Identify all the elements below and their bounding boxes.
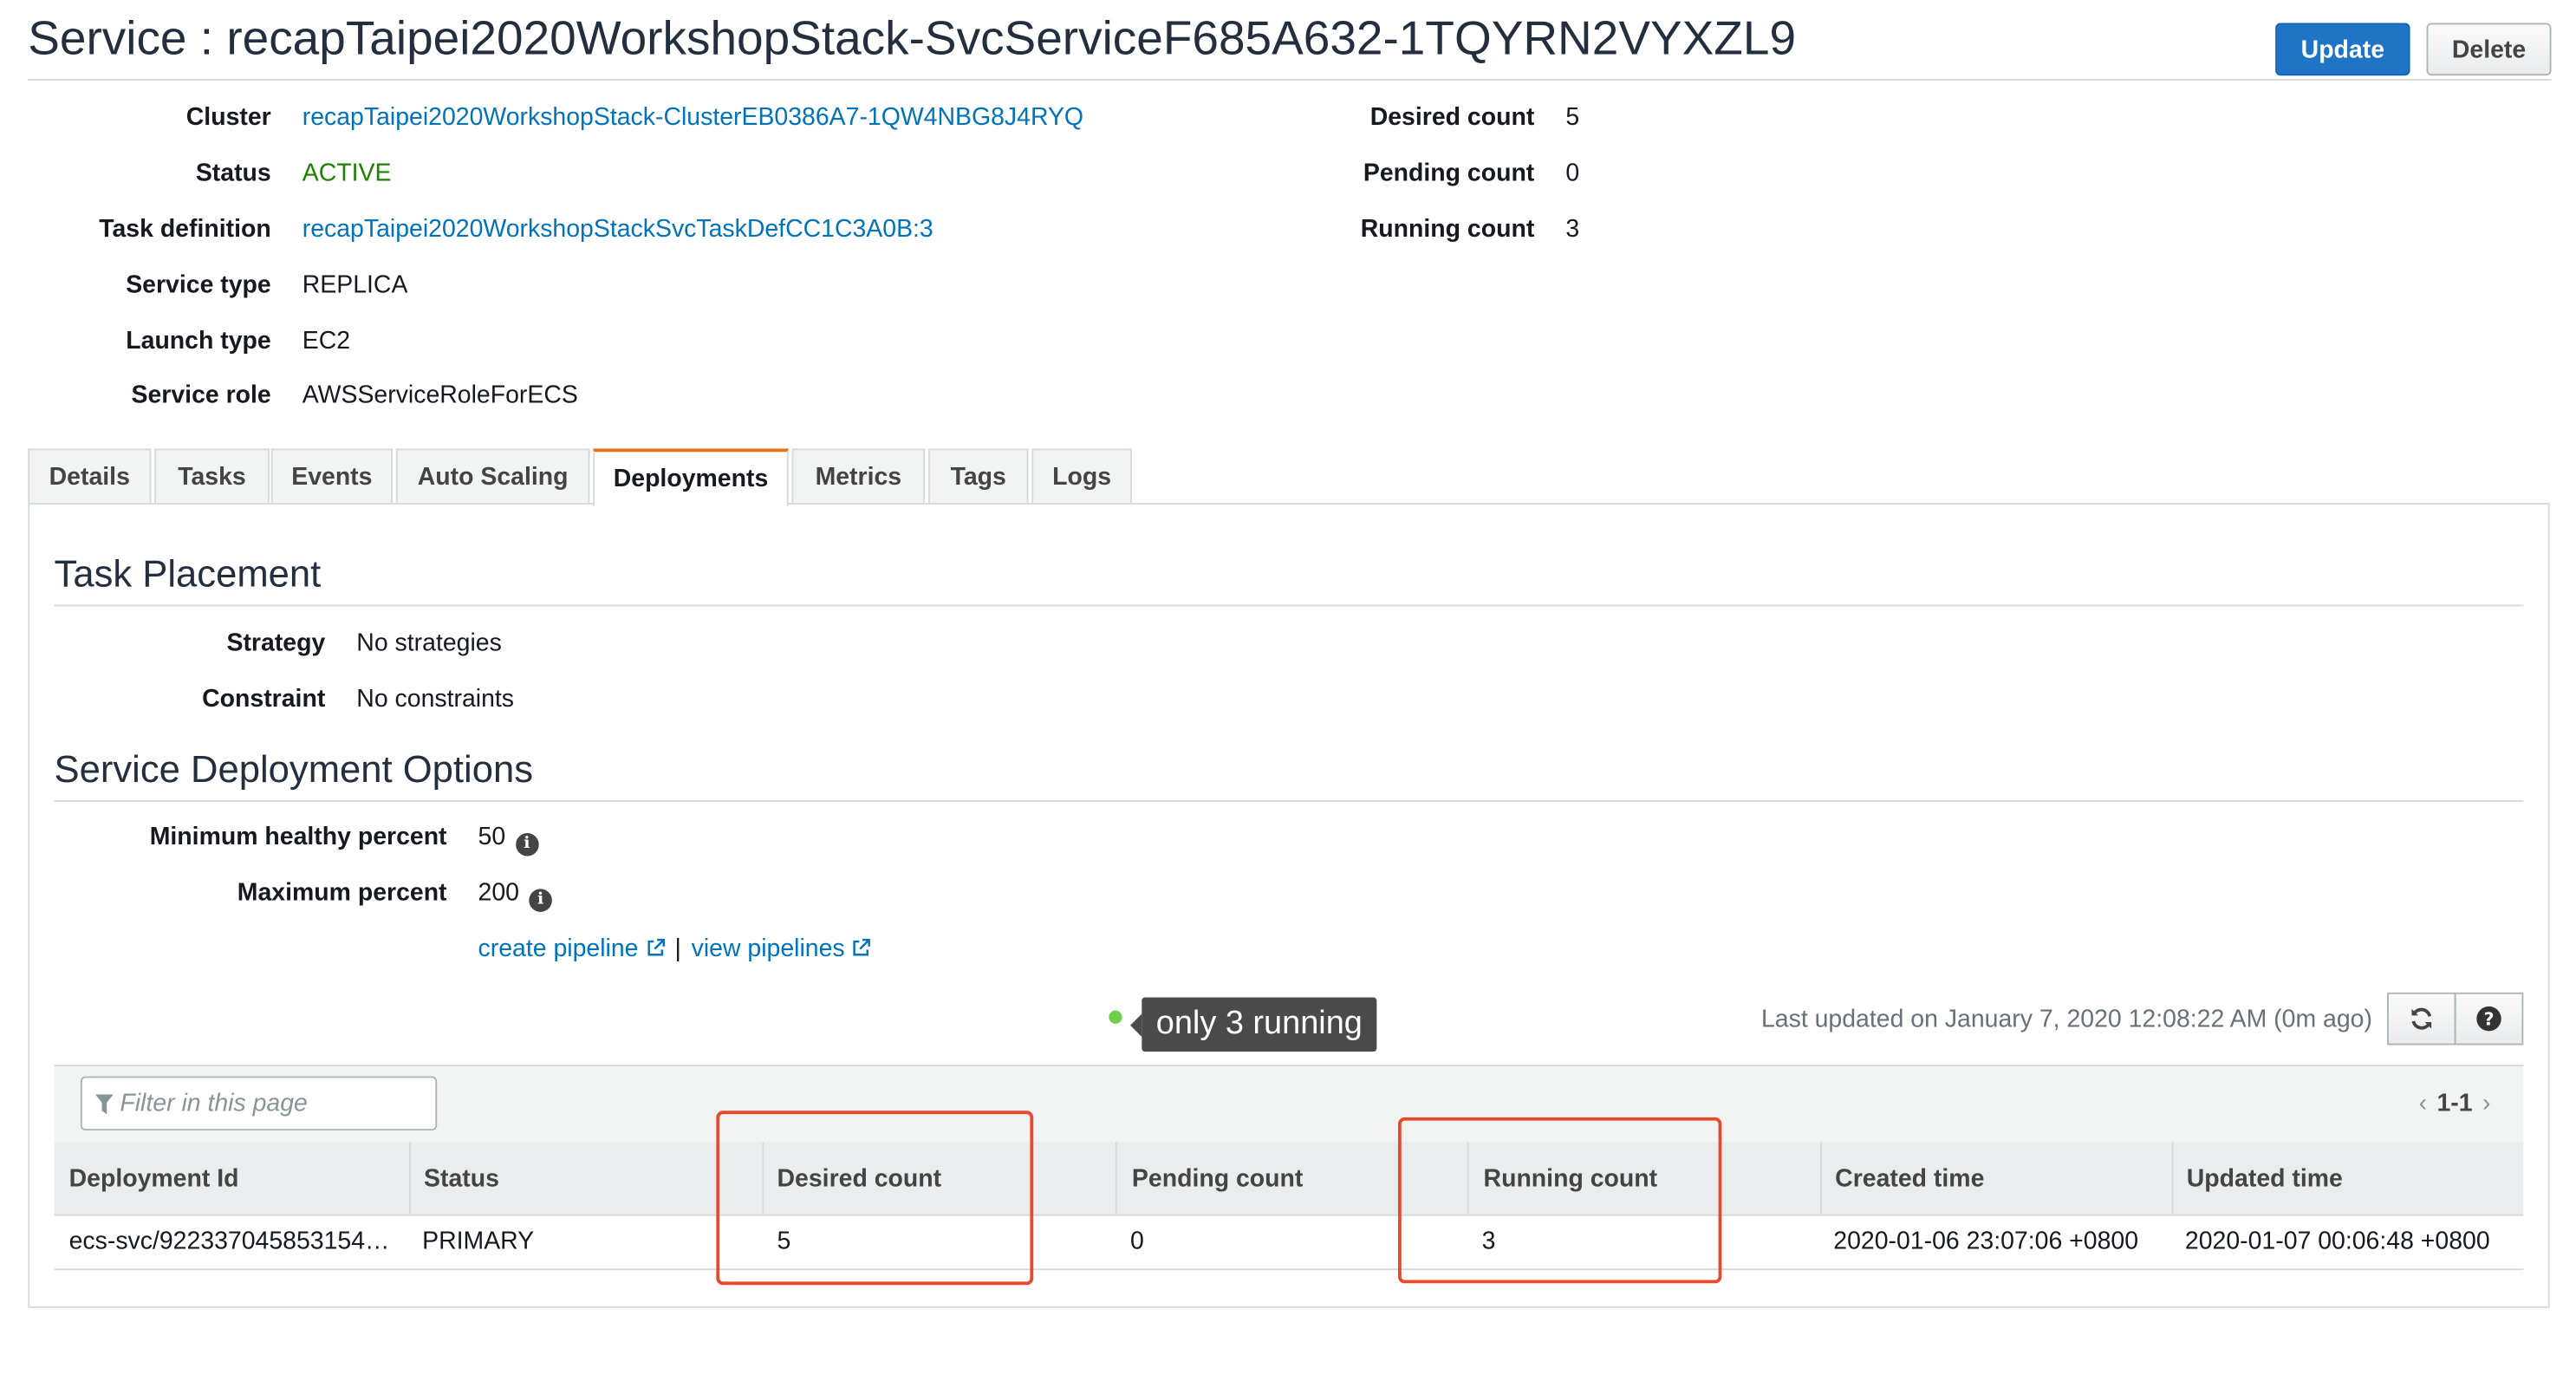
column-divider [2171, 1142, 2174, 1215]
launch-type-label: Launch type [126, 327, 271, 355]
running-tooltip: only 3 running [1142, 997, 1377, 1052]
deployment-options-heading: Service Deployment Options [54, 747, 533, 791]
filter-input[interactable]: Filter in this page [80, 1076, 438, 1131]
refresh-icon [2411, 1007, 2432, 1030]
column-divider [1115, 1142, 1117, 1215]
running-count-highlight [1397, 1117, 1722, 1284]
filter-icon [94, 1093, 114, 1114]
strategy-label: Strategy [226, 629, 326, 658]
tooltip-arrow [1130, 1013, 1142, 1037]
view-pipelines-label: view pipelines [691, 935, 845, 963]
deployments-table: Filter in this page ‹ 1-1 › Deployment Id … [54, 1065, 2524, 1271]
pipeline-links: create pipeline | view pipelines [478, 935, 871, 963]
launch-type-value: EC2 [302, 327, 351, 355]
created-time-cell: 2020-01-06 23:07:06 +0800 [1833, 1227, 2139, 1256]
tab-tasks[interactable]: Tasks [154, 448, 270, 503]
max-percent-row: 200 i [478, 879, 552, 912]
table-header: Deployment Id Status Desired count Pendi… [54, 1142, 2524, 1216]
pending-count-label: Pending count [1363, 159, 1535, 188]
page-range: 1-1 [2436, 1089, 2473, 1117]
running-count-label: Running count [1360, 215, 1535, 244]
strategy-value: No strategies [356, 629, 502, 658]
svg-text:?: ? [2483, 1009, 2494, 1030]
tab-events[interactable]: Events [270, 448, 394, 503]
constraint-label: Constraint [202, 685, 326, 713]
tab-details[interactable]: Details [28, 448, 152, 503]
title-divider [28, 78, 2552, 81]
filter-placeholder: Filter in this page [120, 1089, 308, 1117]
cluster-link[interactable]: recapTaipei2020WorkshopStack-ClusterEB03… [302, 103, 1083, 131]
column-divider [408, 1142, 411, 1215]
tab-metrics[interactable]: Metrics [791, 448, 926, 503]
min-healthy-percent-row: 50 i [478, 824, 539, 857]
task-placement-divider [54, 604, 2524, 607]
external-link-icon [647, 938, 665, 956]
cluster-label: Cluster [185, 103, 271, 132]
table-toolbar: Filter in this page ‹ 1-1 › [54, 1066, 2524, 1143]
delete-button[interactable]: Delete [2426, 23, 2552, 76]
create-pipeline-link[interactable]: create pipeline [478, 935, 665, 963]
info-icon[interactable]: i [529, 889, 552, 912]
column-header[interactable]: Deployment Id [69, 1142, 239, 1214]
status-label: Status [195, 159, 271, 188]
pending-count-cell: 0 [1130, 1227, 1144, 1256]
updated-time-cell: 2020-01-07 00:06:48 +0800 [2184, 1227, 2490, 1256]
task-placement-heading: Task Placement [54, 551, 322, 596]
update-button[interactable]: Update [2275, 23, 2410, 76]
column-header[interactable]: Updated time [2187, 1142, 2343, 1214]
service-type-label: Service type [126, 270, 271, 299]
last-updated-text: Last updated on January 7, 2020 12:08:22… [1760, 1005, 2372, 1034]
link-separator: | [674, 935, 681, 963]
info-icon[interactable]: i [515, 832, 539, 857]
chevron-right-icon[interactable]: › [2482, 1090, 2490, 1117]
desired-count-value: 5 [1565, 103, 1580, 132]
column-header[interactable]: Created time [1835, 1142, 1984, 1214]
max-percent-value: 200 [478, 879, 520, 908]
status-dot [1109, 1010, 1122, 1024]
column-header[interactable]: Status [424, 1142, 499, 1214]
refresh-button[interactable] [2387, 992, 2456, 1046]
min-healthy-percent-value: 50 [478, 823, 506, 851]
max-percent-label: Maximum percent [237, 879, 447, 908]
deployment-id-cell: ecs-svc/922337045853154… [68, 1227, 390, 1256]
status-cell: PRIMARY [422, 1227, 535, 1256]
tab-auto-scaling[interactable]: Auto Scaling [395, 448, 590, 503]
table-row[interactable]: ecs-svc/922337045853154… PRIMARY 5 0 3 2… [54, 1215, 2524, 1271]
min-healthy-percent-label: Minimum healthy percent [149, 823, 447, 851]
create-pipeline-label: create pipeline [478, 935, 639, 963]
desired-count-label: Desired count [1369, 103, 1535, 132]
service-role-label: Service role [131, 381, 271, 409]
chevron-left-icon[interactable]: ‹ [2419, 1090, 2427, 1117]
column-header[interactable]: Pending count [1132, 1142, 1303, 1214]
tab-logs[interactable]: Logs [1031, 448, 1132, 503]
status-value: ACTIVE [302, 159, 392, 188]
running-count-value: 3 [1565, 215, 1580, 244]
service-type-value: REPLICA [302, 270, 408, 299]
task-definition-link[interactable]: recapTaipei2020WorkshopStackSvcTaskDefCC… [302, 215, 933, 243]
tab-deployments[interactable]: Deployments [593, 448, 789, 506]
pagination: ‹ 1-1 › [2409, 1090, 2501, 1117]
column-divider [1820, 1142, 1822, 1215]
service-role-value: AWSServiceRoleForECS [302, 381, 578, 409]
constraint-value: No constraints [356, 685, 515, 713]
deployment-options-divider [54, 800, 2524, 802]
pending-count-value: 0 [1565, 159, 1580, 188]
tab-tags[interactable]: Tags [927, 448, 1029, 503]
help-button[interactable]: ? [2454, 992, 2524, 1046]
view-pipelines-link[interactable]: view pipelines [691, 935, 871, 963]
task-definition-label: Task definition [99, 215, 271, 244]
page-title: Service : recapTaipei2020WorkshopStack-S… [28, 13, 1797, 66]
help-icon: ? [2476, 1006, 2501, 1032]
desired-count-highlight [716, 1111, 1034, 1286]
external-link-icon [853, 938, 871, 956]
